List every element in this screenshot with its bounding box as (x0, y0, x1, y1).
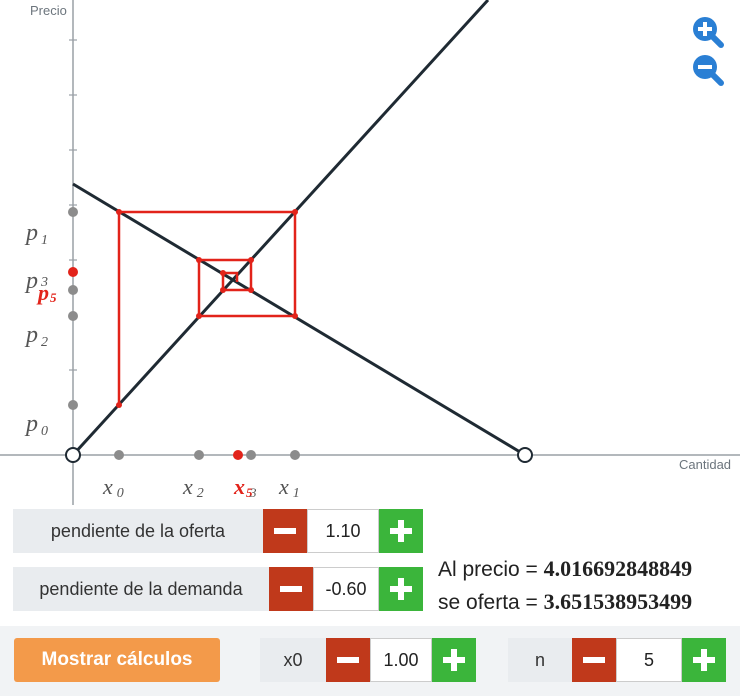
result-supply-value: 3.651538953499 (543, 589, 693, 614)
supply-slope-increase-button[interactable] (379, 509, 423, 553)
price-point-p1 (68, 207, 78, 217)
demand-slope-value[interactable]: -0.60 (313, 567, 379, 611)
minus-icon (583, 657, 605, 663)
quantity-point-x5 (233, 450, 243, 460)
n-decrease-button[interactable] (572, 638, 616, 682)
minus-icon (337, 657, 359, 663)
price-point-p3 (68, 285, 78, 295)
label-p1: p1 (24, 220, 48, 248)
result-price: Al precio = 4.016692848849 (438, 556, 693, 581)
origin-handle[interactable] (65, 447, 81, 463)
quantity-point-x3 (246, 450, 256, 460)
supply-slope-control: pendiente de la oferta 1.10 (13, 509, 423, 553)
show-calculations-button[interactable]: Mostrar cálculos (14, 638, 220, 682)
n-increase-button[interactable] (682, 638, 726, 682)
minus-icon (274, 528, 296, 534)
demand-curve (72, 182, 526, 457)
label-x0: x0 (102, 474, 124, 501)
x0-increase-button[interactable] (432, 638, 476, 682)
label-x3: 3 (249, 485, 257, 500)
quantity-point-x0 (114, 450, 124, 460)
supply-slope-label: pendiente de la oferta (13, 509, 263, 553)
label-x2: x2 (182, 474, 204, 501)
price-point-p5 (68, 267, 78, 277)
label-x1: x1 (278, 474, 300, 501)
x0-control: x0 1.00 (260, 638, 476, 682)
demand-slope-decrease-button[interactable] (269, 567, 313, 611)
demand-slope-increase-button[interactable] (379, 567, 423, 611)
x0-label: x0 (260, 638, 326, 682)
demand-intercept-handle[interactable] (517, 447, 533, 463)
label-p5: p5 (36, 280, 57, 305)
x0-value[interactable]: 1.00 (370, 638, 432, 682)
n-value[interactable]: 5 (616, 638, 682, 682)
y-axis-label: Precio (30, 3, 67, 18)
x-axis-label: Cantidad (679, 457, 731, 472)
supply-curve (71, 0, 490, 457)
supply-slope-decrease-button[interactable] (263, 509, 307, 553)
x0-decrease-button[interactable] (326, 638, 370, 682)
demand-slope-label: pendiente de la demanda (13, 567, 269, 611)
minus-icon (280, 586, 302, 592)
supply-slope-value[interactable]: 1.10 (307, 509, 379, 553)
price-point-p2 (68, 311, 78, 321)
n-control: n 5 (508, 638, 726, 682)
label-p2: p2 (24, 322, 48, 350)
cobweb-graph[interactable]: Precio Cantidad p1 p3 p5 p2 p0 x0 x2 x5 … (0, 0, 740, 505)
label-p0: p0 (24, 411, 48, 439)
quantity-point-x1 (290, 450, 300, 460)
zoom-out-icon[interactable] (690, 52, 724, 86)
n-label: n (508, 638, 572, 682)
quantity-point-x2 (194, 450, 204, 460)
result-price-value: 4.016692848849 (543, 556, 693, 581)
zoom-in-icon[interactable] (690, 14, 724, 48)
demand-slope-control: pendiente de la demanda -0.60 (13, 567, 423, 611)
result-supply: se oferta = 3.651538953499 (438, 589, 693, 614)
price-point-p0 (68, 400, 78, 410)
